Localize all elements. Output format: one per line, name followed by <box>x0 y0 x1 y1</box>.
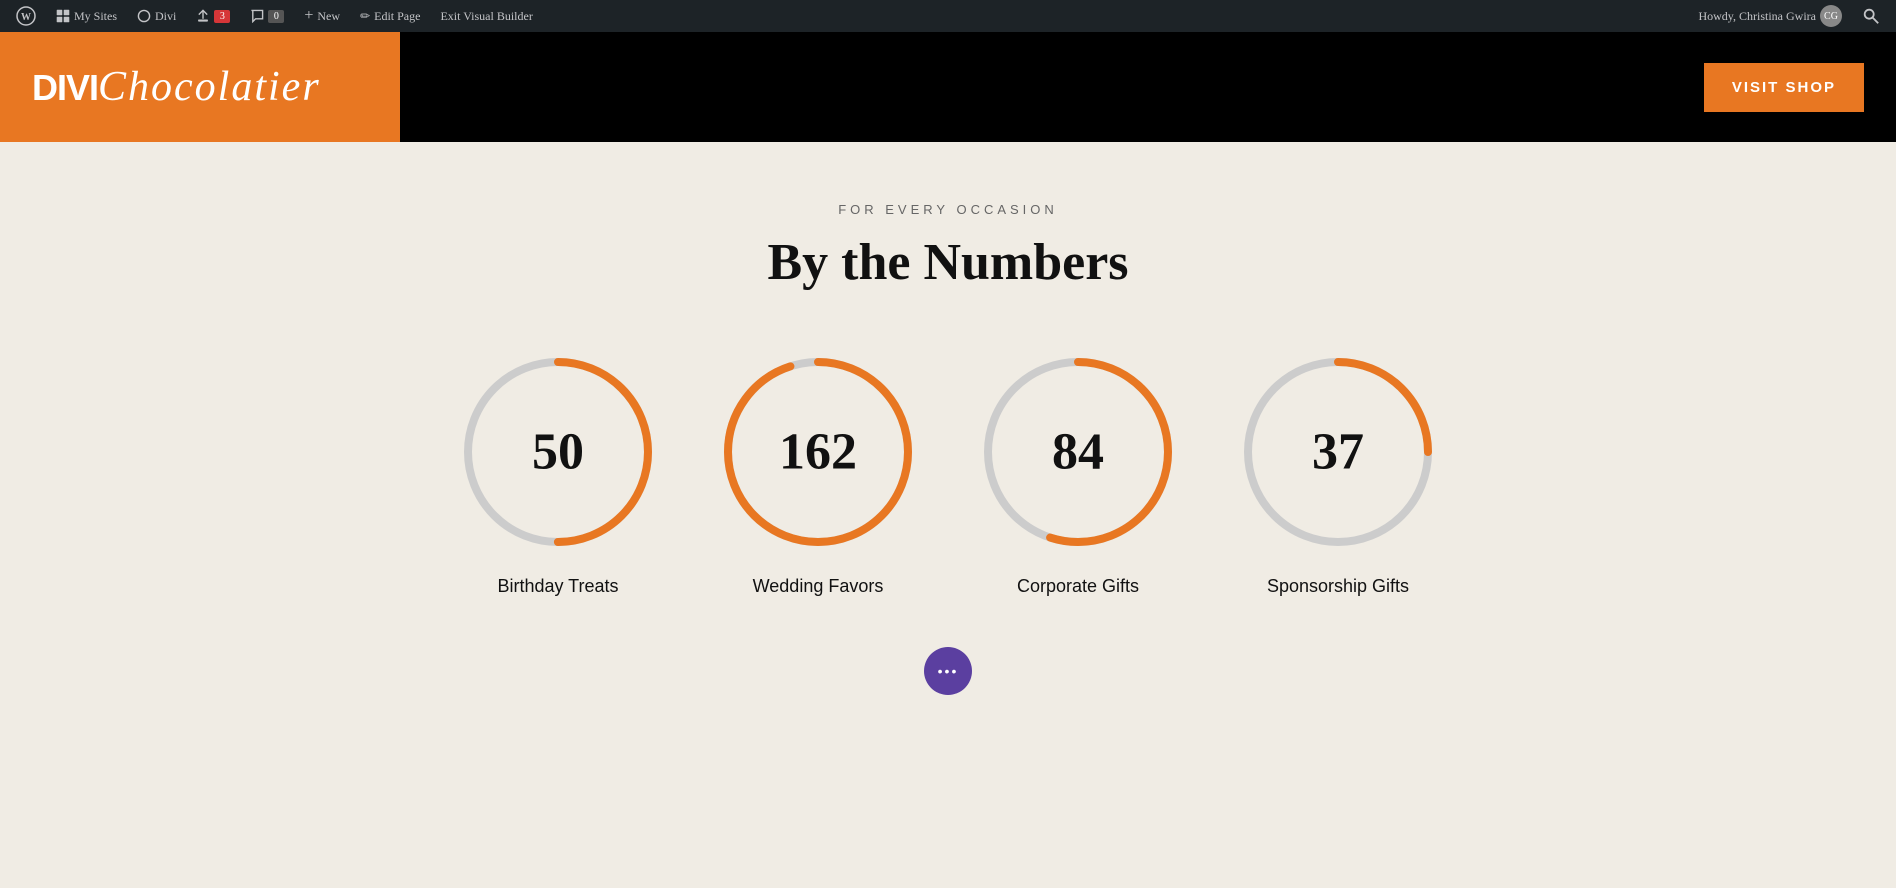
updates-menu[interactable]: 3 <box>188 0 238 32</box>
main-content: FOR EVERY OCCASION By the Numbers 50 Bir… <box>0 142 1896 888</box>
stat-circle-wedding: 162 <box>718 352 918 552</box>
wp-logo-button[interactable]: W <box>8 0 44 32</box>
stat-number-sponsorship: 37 <box>1312 423 1364 482</box>
my-sites-menu[interactable]: My Sites <box>48 0 125 32</box>
user-avatar: CG <box>1820 5 1842 27</box>
admin-bar-right: Howdy, Christina Gwira CG <box>1690 0 1888 32</box>
stat-item-birthday: 50 Birthday Treats <box>458 352 658 597</box>
stat-number-corporate: 84 <box>1052 423 1104 482</box>
logo-bold-part: DIVI <box>32 67 98 108</box>
howdy-user[interactable]: Howdy, Christina Gwira CG <box>1690 0 1850 32</box>
search-button[interactable] <box>1854 0 1888 32</box>
divi-label: Divi <box>155 9 176 24</box>
exit-visual-builder-button[interactable]: Exit Visual Builder <box>432 0 540 32</box>
stat-circle-sponsorship: 37 <box>1238 352 1438 552</box>
comments-menu[interactable]: 0 <box>242 0 292 32</box>
updates-badge: 3 <box>214 10 230 23</box>
comments-badge: 0 <box>268 10 284 23</box>
pencil-icon: ✏ <box>360 9 370 24</box>
fab-dots-icon: ••• <box>938 663 959 679</box>
search-icon <box>1862 7 1880 25</box>
stat-circle-birthday: 50 <box>458 352 658 552</box>
stat-item-sponsorship: 37 Sponsorship Gifts <box>1238 352 1438 597</box>
stat-number-birthday: 50 <box>532 423 584 482</box>
stat-label-corporate: Corporate Gifts <box>1017 576 1139 597</box>
site-logo: DIVIChocolatier <box>32 63 321 111</box>
svg-text:W: W <box>21 12 31 23</box>
fab-more-options-button[interactable]: ••• <box>924 647 972 695</box>
stat-number-wedding: 162 <box>779 423 857 482</box>
new-content-menu[interactable]: + New <box>296 0 348 32</box>
new-label: New <box>317 9 340 24</box>
stat-label-wedding: Wedding Favors <box>753 576 884 597</box>
exit-builder-label: Exit Visual Builder <box>440 9 532 24</box>
divi-menu[interactable]: Divi <box>129 0 184 32</box>
my-sites-label: My Sites <box>74 9 117 24</box>
plus-icon: + <box>304 7 313 25</box>
site-header: DIVIChocolatier VISIT SHOP <box>0 32 1896 142</box>
logo-script-part: Chocolatier <box>98 64 321 110</box>
stat-label-birthday: Birthday Treats <box>497 576 618 597</box>
howdy-label: Howdy, Christina Gwira <box>1698 9 1816 24</box>
stat-item-corporate: 84 Corporate Gifts <box>978 352 1178 597</box>
header-right: VISIT SHOP <box>400 32 1896 142</box>
stat-label-sponsorship: Sponsorship Gifts <box>1267 576 1409 597</box>
stats-row: 50 Birthday Treats 162 Wedding Favors <box>458 352 1438 597</box>
admin-bar: W My Sites Divi 3 0 + New ✏ Edit Page Ex… <box>0 0 1896 32</box>
stat-circle-corporate: 84 <box>978 352 1178 552</box>
stat-item-wedding: 162 Wedding Favors <box>718 352 918 597</box>
edit-page-button[interactable]: ✏ Edit Page <box>352 0 428 32</box>
section-eyebrow: FOR EVERY OCCASION <box>838 202 1058 217</box>
section-title: By the Numbers <box>767 233 1128 292</box>
visit-shop-button[interactable]: VISIT SHOP <box>1704 63 1864 112</box>
logo-area: DIVIChocolatier <box>0 32 400 142</box>
edit-page-label: Edit Page <box>374 9 420 24</box>
